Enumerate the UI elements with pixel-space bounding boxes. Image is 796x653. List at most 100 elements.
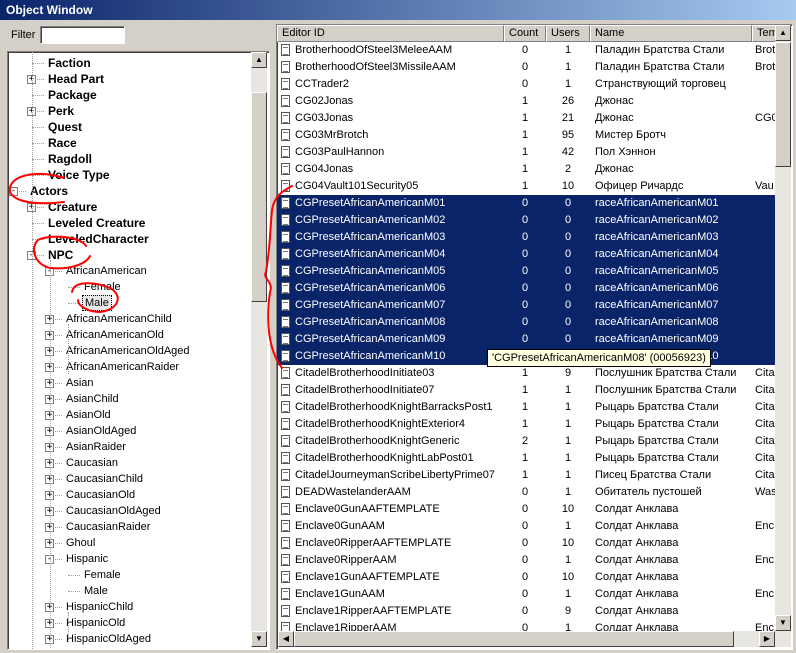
list-row[interactable]: CG02Jonas 1 26 Джонас: [277, 93, 775, 110]
list-row[interactable]: Enclave0GunAAM 0 1 Солдат Анклава Enc: [277, 518, 775, 535]
tree-item[interactable]: AfricanAmericanOldAged: [64, 343, 192, 359]
tree-item[interactable]: Male: [82, 295, 112, 311]
npc-record-icon: [281, 78, 290, 90]
tree-item[interactable]: Faction: [46, 55, 93, 71]
tree-connector: [32, 52, 33, 649]
tree-item[interactable]: Package: [46, 87, 99, 103]
tree-item[interactable]: Caucasian: [64, 455, 120, 471]
list-row[interactable]: CCTrader2 0 1 Странствующий торговец: [277, 76, 775, 93]
list-vertical-scrollbar[interactable]: ▲ ▼: [775, 25, 791, 647]
tree-item[interactable]: AfricanAmerican: [64, 263, 149, 279]
list-row[interactable]: CGPresetAfricanAmericanM06 0 0 raceAfricanA…: [277, 280, 775, 297]
scroll-up-button[interactable]: ▲: [775, 25, 791, 41]
list-row[interactable]: CitadelBrotherhoodKnightLabPost01 1 1 Рыцар…: [277, 450, 775, 467]
list-row[interactable]: Enclave1RipperAAFTEMPLATE 0 9 Солдат Анклав…: [277, 603, 775, 620]
tree-item[interactable]: Quest: [46, 119, 84, 135]
column-header-editor-id[interactable]: Editor ID: [277, 25, 504, 42]
tree-item[interactable]: HispanicOld: [64, 615, 127, 631]
tree-item[interactable]: Actors: [28, 183, 70, 199]
list-row[interactable]: CitadelBrotherhoodInitiate03 1 9 Послушник …: [277, 365, 775, 382]
tree-item[interactable]: AsianRaider: [64, 439, 128, 455]
tree-item[interactable]: CaucasianOldAged: [64, 503, 163, 519]
list-row[interactable]: CGPresetAfricanAmericanM03 0 0 raceAfricanA…: [277, 229, 775, 246]
list-row[interactable]: CitadelBrotherhoodKnightGeneric 2 1 Рыцарь …: [277, 433, 775, 450]
tree-item[interactable]: CaucasianRaider: [64, 519, 152, 535]
tree-item[interactable]: HispanicChild: [64, 599, 135, 615]
list-row[interactable]: CitadelBrotherhoodInitiate07 1 1 Послушник …: [277, 382, 775, 399]
tree-item[interactable]: CaucasianOld: [64, 487, 137, 503]
tree-item[interactable]: AsianOldAged: [64, 423, 138, 439]
scroll-up-button[interactable]: ▲: [251, 52, 267, 68]
cell-editor-id: CG02Jonas: [295, 95, 354, 107]
list-row[interactable]: Enclave0GunAAFTEMPLATE 0 10 Солдат Анклава: [277, 501, 775, 518]
list-row[interactable]: CGPresetAfricanAmericanM02 0 0 raceAfricanA…: [277, 212, 775, 229]
list-row[interactable]: Enclave0RipperAAFTEMPLATE 0 10 Солдат Анкла…: [277, 535, 775, 552]
list-row[interactable]: CG04Vault101Security05 1 10 Офицер Ричардс V…: [277, 178, 775, 195]
list-row[interactable]: CitadelJourneymanScribeLibertyPrime07 1 1 П…: [277, 467, 775, 484]
column-header-template[interactable]: Tem: [752, 25, 777, 42]
scroll-thumb[interactable]: [251, 92, 267, 302]
scroll-left-button[interactable]: ◀: [278, 631, 294, 647]
tree-item[interactable]: Leveled Creature: [46, 215, 147, 231]
tree-item-label: AfricanAmericanOld: [66, 329, 164, 341]
object-list[interactable]: Editor ID Count Users Name Tem Brotherho…: [276, 24, 793, 650]
cell-name: raceAfricanAmericanM05: [595, 265, 719, 277]
scroll-right-button[interactable]: ▶: [759, 631, 775, 647]
list-row[interactable]: CG03MrBrotch 1 95 Мистер Бротч: [277, 127, 775, 144]
filter-input[interactable]: [40, 26, 125, 44]
tree-item[interactable]: Ragdoll: [46, 151, 94, 167]
list-row[interactable]: DEADWastelanderAAM 0 1 Обитатель пустошей Wa…: [277, 484, 777, 501]
list-row[interactable]: CGPresetAfricanAmericanM01 0 0 raceAfricanA…: [277, 195, 775, 212]
tree-item[interactable]: Race: [46, 135, 79, 151]
tree-item[interactable]: HispanicOldAged: [64, 631, 153, 647]
scroll-down-button[interactable]: ▼: [775, 615, 791, 631]
tree-item[interactable]: AsianChild: [64, 391, 121, 407]
tree-vertical-scrollbar[interactable]: ▲ ▼: [251, 52, 267, 647]
column-header-count[interactable]: Count: [504, 25, 546, 42]
tree-item[interactable]: Perk: [46, 103, 76, 119]
list-row[interactable]: CitadelBrotherhoodKnightBarracksPost1 1 1 Р…: [277, 399, 775, 416]
tree-item[interactable]: Voice Type: [46, 167, 112, 183]
tree-item[interactable]: AfricanAmericanChild: [64, 311, 174, 327]
tree-item[interactable]: CaucasianChild: [64, 471, 145, 487]
scroll-thumb[interactable]: [775, 42, 791, 167]
list-row[interactable]: Enclave1GunAAFTEMPLATE 0 10 Солдат Анклава: [277, 569, 775, 586]
tree-item[interactable]: Female: [82, 279, 123, 295]
list-row[interactable]: CG03PaulHannon 1 42 Пол Хэннон: [277, 144, 775, 161]
list-row[interactable]: CG04Jonas 1 2 Джонас: [277, 161, 775, 178]
list-row[interactable]: Enclave1GunAAM 0 1 Солдат Анклава Enc: [277, 586, 775, 603]
object-tree[interactable]: Faction Head Part + Package Perk + Quest Race Ra…: [7, 51, 270, 650]
tree-item[interactable]: Hispanic: [64, 551, 110, 567]
tree-item-label: Male: [84, 585, 108, 597]
collapse-icon[interactable]: -: [9, 187, 18, 196]
list-row[interactable]: CitadelBrotherhoodKnightExterior4 1 1 Рыцар…: [277, 416, 775, 433]
tree-item[interactable]: Asian: [64, 375, 96, 391]
tree-item[interactable]: Creature: [46, 199, 99, 215]
column-header-name[interactable]: Name: [590, 25, 752, 42]
scroll-down-button[interactable]: ▼: [251, 631, 267, 647]
list-horizontal-scrollbar[interactable]: ◀ ▶: [278, 631, 775, 647]
column-header-users[interactable]: Users: [546, 25, 590, 42]
tree-item[interactable]: Female: [82, 567, 123, 583]
tree-item[interactable]: Ghoul: [64, 535, 97, 551]
list-row[interactable]: CGPresetAfricanAmericanM05 0 0 raceAfricanA…: [277, 263, 775, 280]
cell-name: raceAfricanAmericanM03: [595, 231, 719, 243]
tree-item[interactable]: AsianOld: [64, 407, 113, 423]
list-row[interactable]: CGPresetAfricanAmericanM07 0 0 raceAfricanA…: [277, 297, 775, 314]
list-row[interactable]: CGPresetAfricanAmericanM08 0 0 raceAfricanA…: [277, 314, 775, 331]
cell-count: 0: [521, 61, 529, 73]
list-row[interactable]: BrotherhoodOfSteel3MissileAAM 0 1 Паладин Б…: [277, 59, 775, 76]
cell-users: 9: [564, 605, 572, 617]
list-row[interactable]: Enclave0RipperAAM 0 1 Солдат Анклава Enc: [277, 552, 775, 569]
tree-item[interactable]: AfricanAmericanOld: [64, 327, 166, 343]
cell-editor-id: Enclave1GunAAFTEMPLATE: [295, 571, 440, 583]
tree-item[interactable]: Male: [82, 583, 110, 599]
list-row[interactable]: CGPresetAfricanAmericanM04 0 0 raceAfricanA…: [277, 246, 775, 263]
list-row[interactable]: BrotherhoodOfSteel3MeleeAAM 0 1 Паладин Бра…: [277, 42, 775, 59]
list-row[interactable]: CGPresetAfricanAmericanM09 0 0 raceAfricanA…: [277, 331, 775, 348]
tree-item[interactable]: AfricanAmericanRaider: [64, 359, 181, 375]
scroll-thumb[interactable]: [294, 631, 734, 647]
tree-item[interactable]: Head Part: [46, 71, 106, 87]
tree-item[interactable]: LeveledCharacter: [46, 231, 151, 247]
list-row[interactable]: CG03Jonas 1 21 Джонас CG0: [277, 110, 777, 127]
